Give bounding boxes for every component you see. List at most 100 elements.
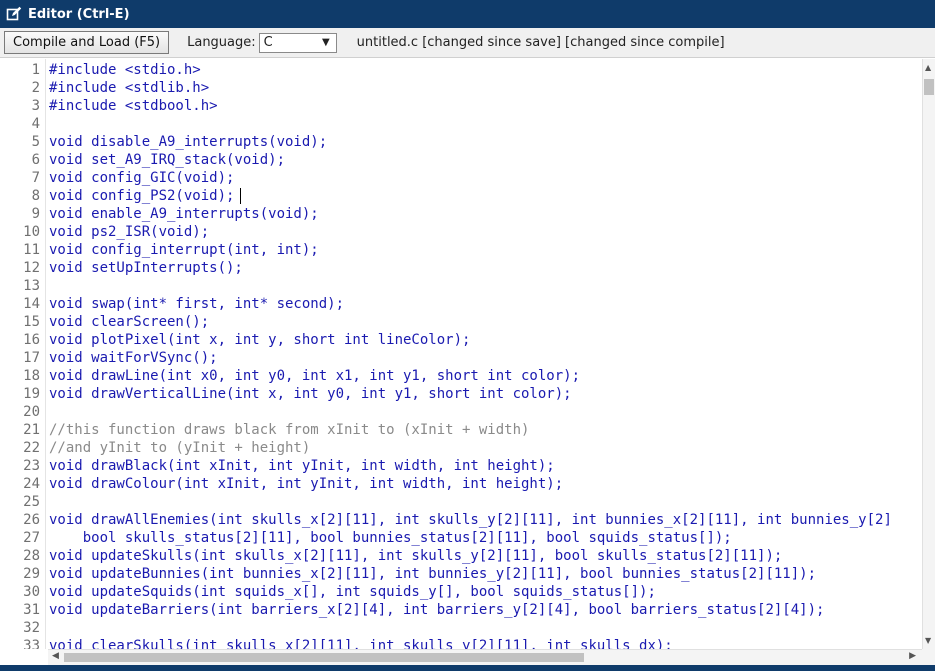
language-select[interactable]: C ▼	[258, 32, 337, 53]
language-value: C	[263, 35, 273, 50]
bottom-border	[0, 665, 935, 671]
code-line: 10 void ps2_ISR(void);	[0, 223, 922, 241]
line-number: 3	[31, 98, 40, 114]
code-line: 3 #include <stdbool.h>	[0, 97, 922, 115]
line-number: 11	[23, 242, 40, 258]
code-line: 7 void config_GIC(void);	[0, 169, 922, 187]
line-number: 5	[31, 134, 40, 150]
line-code: void setUpInterrupts();	[49, 260, 243, 276]
editor-toolbar: Compile and Load (F5) Language: C ▼ unti…	[0, 28, 935, 58]
code-line: 30 void updateSquids(int squids_x[], int …	[0, 583, 922, 601]
code-line: 25	[0, 493, 922, 511]
line-number: 32	[23, 620, 40, 636]
scroll-right-icon[interactable]: ▶	[909, 651, 916, 661]
code-line: 2 #include <stdlib.h>	[0, 79, 922, 97]
line-code: void clearSkulls(int skulls_x[2][11], in…	[49, 638, 673, 649]
line-code: void ps2_ISR(void);	[49, 224, 210, 240]
line-number: 12	[23, 260, 40, 276]
line-number: 7	[31, 170, 40, 186]
window-title: Editor (Ctrl-E)	[28, 6, 130, 22]
code-line: 9 void enable_A9_interrupts(void);	[0, 205, 922, 223]
scroll-down-icon[interactable]: ▼	[925, 636, 931, 645]
line-code: void drawColour(int xInit, int yInit, in…	[49, 476, 564, 492]
line-code: void updateSkulls(int skulls_x[2][11], i…	[49, 548, 783, 564]
code-line: 13	[0, 277, 922, 295]
line-number: 8	[31, 188, 40, 204]
line-number: 30	[23, 584, 40, 600]
line-number: 27	[23, 530, 40, 546]
code-line: 33 void clearSkulls(int skulls_x[2][11], …	[0, 637, 922, 649]
edit-icon	[6, 6, 22, 22]
line-number: 17	[23, 350, 40, 366]
scrollbar-corner	[922, 649, 935, 665]
line-code: void updateSquids(int squids_x[], int sq…	[49, 584, 656, 600]
line-code: void drawVerticalLine(int x, int y0, int…	[49, 386, 572, 402]
vertical-scrollbar[interactable]: ▲ ▼	[922, 59, 935, 649]
code-line: 27 bool skulls_status[2][11], bool bunni…	[0, 529, 922, 547]
line-number: 22	[23, 440, 40, 456]
line-code: void updateBunnies(int bunnies_x[2][11],…	[49, 566, 817, 582]
line-code: #include <stdio.h>	[49, 62, 201, 78]
scroll-up-icon[interactable]: ▲	[925, 63, 931, 72]
code-line: 32	[0, 619, 922, 637]
line-code: void swap(int* first, int* second);	[49, 296, 345, 312]
line-number: 28	[23, 548, 40, 564]
line-number: 26	[23, 512, 40, 528]
code-line: 18 void drawLine(int x0, int y0, int x1, …	[0, 367, 922, 385]
line-number: 14	[23, 296, 40, 312]
chevron-down-icon: ▼	[321, 37, 330, 48]
line-code: void config_GIC(void);	[49, 170, 235, 186]
line-code: void updateBarriers(int barriers_x[2][4]…	[49, 602, 825, 618]
code-line: 11 void config_interrupt(int, int);	[0, 241, 922, 259]
scroll-left-icon[interactable]: ◀	[52, 651, 59, 661]
line-number: 15	[23, 314, 40, 330]
line-number: 21	[23, 422, 40, 438]
code-line: 28 void updateSkulls(int skulls_x[2][11],…	[0, 547, 922, 565]
line-number: 24	[23, 476, 40, 492]
vertical-scroll-thumb[interactable]	[924, 79, 934, 95]
line-number: 29	[23, 566, 40, 582]
line-number: 13	[23, 278, 40, 294]
line-code: //and yInit to (yInit + height)	[49, 440, 311, 456]
line-number: 20	[23, 404, 40, 420]
compile-and-load-button[interactable]: Compile and Load (F5)	[4, 31, 170, 54]
language-label: Language:	[187, 35, 256, 50]
line-code: void plotPixel(int x, int y, short int l…	[49, 332, 471, 348]
code-line: 29 void updateBunnies(int bunnies_x[2][11…	[0, 565, 922, 583]
line-number: 4	[31, 116, 40, 132]
code-line: 4	[0, 115, 922, 133]
line-code: //this function draws black from xInit t…	[49, 422, 530, 438]
line-code: void drawAllEnemies(int skulls_x[2][11],…	[49, 512, 892, 528]
line-number: 23	[23, 458, 40, 474]
line-number: 10	[23, 224, 40, 240]
code-line: 15 void clearScreen();	[0, 313, 922, 331]
line-number: 19	[23, 386, 40, 402]
file-status: untitled.c [changed since save] [changed…	[356, 35, 725, 50]
line-number: 25	[23, 494, 40, 510]
code-line: 12 void setUpInterrupts();	[0, 259, 922, 277]
line-code: void drawBlack(int xInit, int yInit, int…	[49, 458, 555, 474]
code-line: 21 //this function draws black from xInit…	[0, 421, 922, 439]
code-editor[interactable]: 1 #include <stdio.h> 2 #include <stdlib.h> 3…	[0, 59, 922, 649]
line-number: 31	[23, 602, 40, 618]
line-code: void set_A9_IRQ_stack(void);	[49, 152, 286, 168]
code-line: 19 void drawVerticalLine(int x, int y0, i…	[0, 385, 922, 403]
line-code: #include <stdbool.h>	[49, 98, 218, 114]
line-number: 1	[31, 62, 40, 78]
line-code: void config_interrupt(int, int);	[49, 242, 319, 258]
horizontal-scroll-thumb[interactable]	[64, 653, 584, 662]
line-number: 9	[31, 206, 40, 222]
code-line: 8 void config_PS2(void);	[0, 187, 922, 205]
code-line: 22 //and yInit to (yInit + height)	[0, 439, 922, 457]
line-code: void config_PS2(void);	[49, 188, 235, 204]
code-line: 1 #include <stdio.h>	[0, 61, 922, 79]
line-number: 18	[23, 368, 40, 384]
horizontal-scrollbar[interactable]: ◀ ▶	[48, 649, 922, 665]
code-line: 17 void waitForVSync();	[0, 349, 922, 367]
code-line: 16 void plotPixel(int x, int y, short int…	[0, 331, 922, 349]
line-code: #include <stdlib.h>	[49, 80, 210, 96]
line-code: void drawLine(int x0, int y0, int x1, in…	[49, 368, 581, 384]
line-number: 2	[31, 80, 40, 96]
line-number: 6	[31, 152, 40, 168]
line-code: void waitForVSync();	[49, 350, 218, 366]
